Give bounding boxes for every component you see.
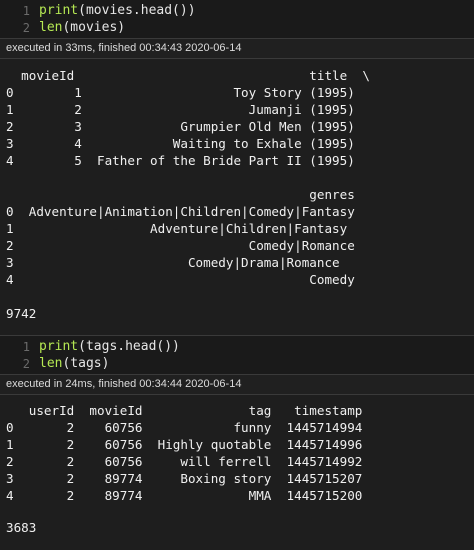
output-line: 2 3 Grumpier Old Men (1995) <box>6 119 378 134</box>
output-line: 1 2 60756 Highly quotable 1445714996 <box>6 437 363 452</box>
line-number: 2 <box>22 356 30 371</box>
output-line: 3 4 Waiting to Exhale (1995) <box>6 136 378 151</box>
print-function: print <box>39 339 79 354</box>
len-function: len <box>39 356 63 371</box>
execution-status: executed in 33ms, finished 00:34:43 2020… <box>0 39 474 59</box>
code-args: (tags) <box>62 356 110 371</box>
output-line: 3 2 89774 Boxing story 1445715207 <box>6 471 363 486</box>
code-line-2[interactable]: 2 len(tags) <box>0 355 474 372</box>
output-line: 2 2 60756 will ferrell 1445714992 <box>6 454 363 469</box>
output-line: 2 Comedy|Romance <box>6 238 370 253</box>
len-function: len <box>39 20 63 35</box>
output-line: userId movieId tag timestamp <box>6 403 363 418</box>
code-args: (movies.head()) <box>78 3 196 18</box>
line-number: 1 <box>22 339 30 354</box>
output-line: 1 Adventure|Children|Fantasy <box>6 221 363 236</box>
code-cell-1[interactable]: 1 print(movies.head()) 2 len(movies) <box>0 0 474 39</box>
cell-output-2: userId movieId tag timestamp 0 2 60756 f… <box>0 395 474 545</box>
output-line: 0 1 Toy Story (1995) <box>6 85 378 100</box>
code-args: (movies) <box>62 20 126 35</box>
output-result: 3683 <box>6 520 37 535</box>
output-line: 3 Comedy|Drama|Romance <box>6 255 355 270</box>
code-line-2[interactable]: 2 len(movies) <box>0 19 474 36</box>
execution-status: executed in 24ms, finished 00:34:44 2020… <box>0 375 474 395</box>
output-line: 0 Adventure|Animation|Children|Comedy|Fa… <box>6 204 370 219</box>
output-result: 9742 <box>6 306 37 321</box>
cell-output-1: movieId title \ 0 1 Toy Story (1995) 1 2… <box>0 59 474 335</box>
output-line: genres <box>6 187 370 202</box>
print-function: print <box>39 3 79 18</box>
output-line: 4 Comedy <box>6 272 370 287</box>
code-line-1[interactable]: 1 print(movies.head()) <box>0 2 474 19</box>
output-line: 4 5 Father of the Bride Part II (1995) <box>6 153 378 168</box>
line-number: 1 <box>22 3 30 18</box>
output-line: 1 2 Jumanji (1995) <box>6 102 378 117</box>
output-line: 0 2 60756 funny 1445714994 <box>6 420 363 435</box>
line-number: 2 <box>22 20 30 35</box>
code-cell-2[interactable]: 1 print(tags.head()) 2 len(tags) <box>0 335 474 375</box>
code-line-1[interactable]: 1 print(tags.head()) <box>0 338 474 355</box>
output-line: movieId title \ <box>6 68 370 83</box>
output-line: 4 2 89774 MMA 1445715200 <box>6 488 363 503</box>
code-args: (tags.head()) <box>78 339 180 354</box>
